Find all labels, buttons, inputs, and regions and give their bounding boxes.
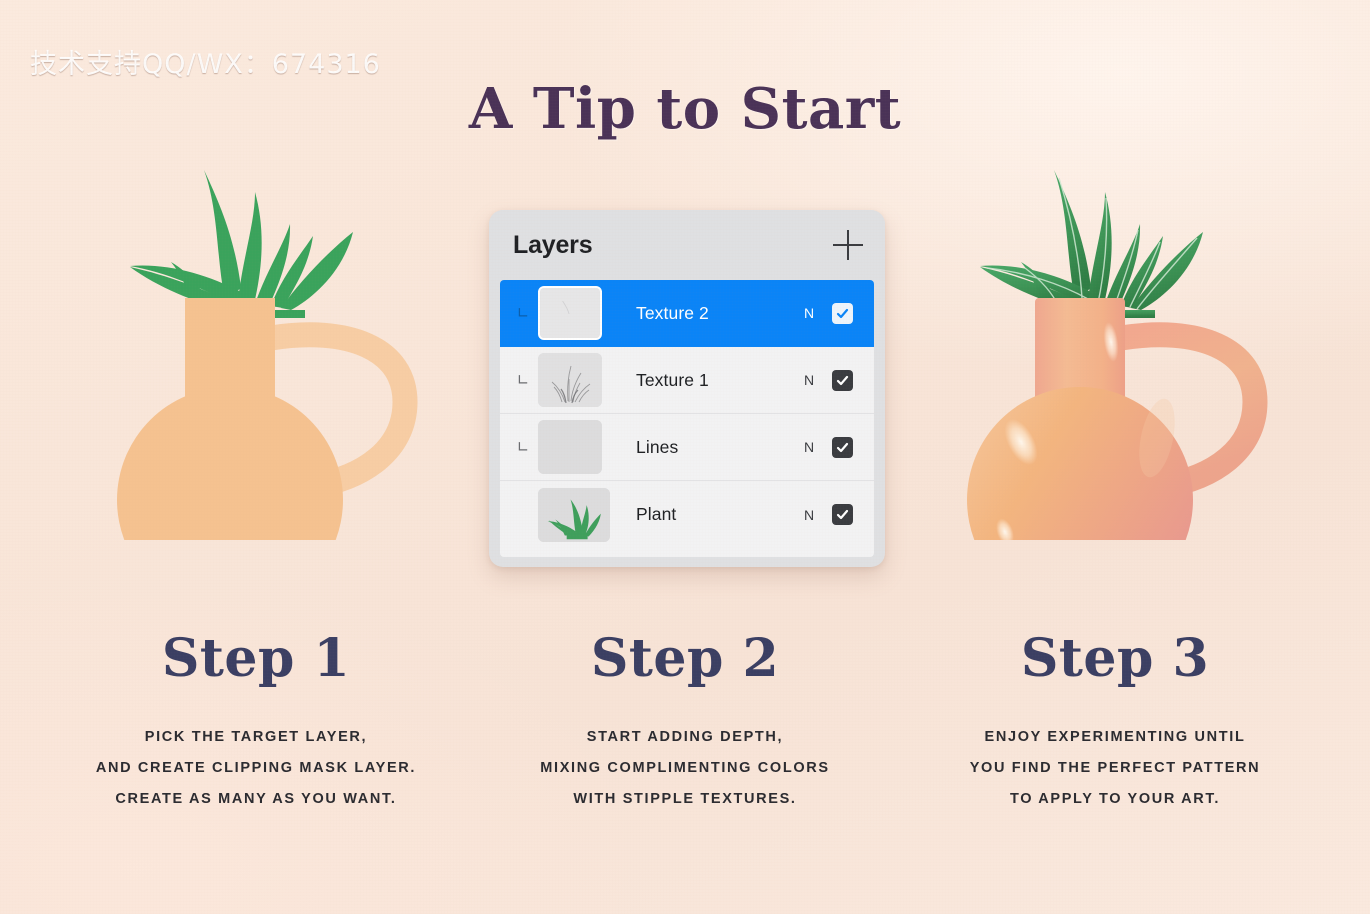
watermark-text: 技术支持QQ/WX：674316: [30, 49, 381, 80]
layer-row[interactable]: ∟ Texture 2 N: [500, 280, 874, 347]
step-2-title: Step 2: [590, 628, 780, 689]
step-1-line-1: PICK THE TARGET LAYER,: [144, 729, 368, 745]
layer-row[interactable]: Plant N: [500, 481, 874, 548]
vase-flat-svg: [117, 170, 418, 613]
layer-blend-mode[interactable]: N: [792, 507, 826, 523]
step-2-line-2: MIXING COMPLIMENTING COLORS: [540, 760, 830, 776]
step-2-line-1: START ADDING DEPTH,: [586, 729, 784, 745]
step-1-title: Step 1: [161, 628, 351, 689]
layer-visibility-checkbox[interactable]: [832, 504, 853, 525]
step-1-body: PICK THE TARGET LAYER, AND CREATE CLIPPI…: [36, 722, 476, 815]
step-3-title: Step 3: [1020, 628, 1210, 689]
step-1-line-3: CREATE AS MANY AS YOU WANT.: [115, 791, 397, 807]
layer-thumbnail-blank-light[interactable]: [538, 286, 602, 340]
layer-visibility-checkbox[interactable]: [832, 369, 853, 391]
layers-panel[interactable]: Layers ∟ Texture 2 N ∟ Texture 1 N ∟ Lin…: [489, 210, 885, 567]
illustration-vase-flat: [75, 120, 455, 613]
layer-row[interactable]: ∟ Lines N: [500, 414, 874, 481]
vase-body-flat: [117, 387, 343, 613]
poster-canvas: Layers ∟ Texture 2 N ∟ Texture 1 N ∟ Lin…: [0, 0, 1370, 914]
step-3-line-1: ENJOY EXPERIMENTING UNTIL: [984, 729, 1246, 745]
clipping-mask-placeholder: [510, 507, 536, 522]
step-3-body: ENJOY EXPERIMENTING UNTIL YOU FIND THE P…: [895, 722, 1335, 815]
step-2-body: START ADDING DEPTH, MIXING COMPLIMENTING…: [465, 722, 905, 815]
plant-leaves-flat: [130, 170, 353, 318]
vase-shaded-svg: [967, 170, 1268, 613]
layer-blend-mode[interactable]: N: [792, 439, 826, 455]
layer-name: Texture 1: [636, 369, 709, 390]
panel-title: Layers: [513, 230, 593, 259]
step-3-line-2: YOU FIND THE PERFECT PATTERN: [969, 760, 1261, 776]
layer-thumbnail-green-plant[interactable]: [538, 487, 610, 542]
layer-list: ∟ Texture 2 N ∟ Texture 1 N ∟ Lines N Pl…: [500, 280, 874, 557]
add-layer-icon[interactable]: [833, 230, 863, 260]
step-1-line-2: AND CREATE CLIPPING MASK LAYER.: [95, 760, 417, 776]
clipping-mask-icon: ∟: [516, 303, 530, 322]
layer-row[interactable]: ∟ Texture 1 N: [500, 347, 874, 414]
layer-thumbnail-blank-grey[interactable]: [538, 420, 602, 474]
layer-blend-mode[interactable]: N: [792, 372, 826, 388]
step-3-line-3: TO APPLY TO YOUR ART.: [1009, 791, 1221, 807]
step-2-line-3: WITH STIPPLE TEXTURES.: [573, 791, 797, 807]
layer-name: Lines: [636, 436, 679, 457]
layer-name: Texture 2: [636, 302, 709, 323]
clipping-mask-icon: ∟: [516, 370, 530, 389]
layer-blend-mode[interactable]: N: [792, 305, 826, 321]
clipping-mask-icon: ∟: [516, 437, 530, 456]
plant-leaves-shaded: [980, 170, 1203, 318]
layer-thumbnail-sketch-grass[interactable]: [538, 353, 602, 407]
layer-name: Plant: [636, 504, 677, 524]
layer-visibility-checkbox[interactable]: [832, 436, 853, 458]
illustration-vase-shaded: [925, 120, 1305, 613]
page-title: A Tip to Start: [468, 76, 902, 142]
layers-panel-header: Layers: [489, 210, 885, 280]
layer-visibility-checkbox[interactable]: [832, 302, 853, 324]
